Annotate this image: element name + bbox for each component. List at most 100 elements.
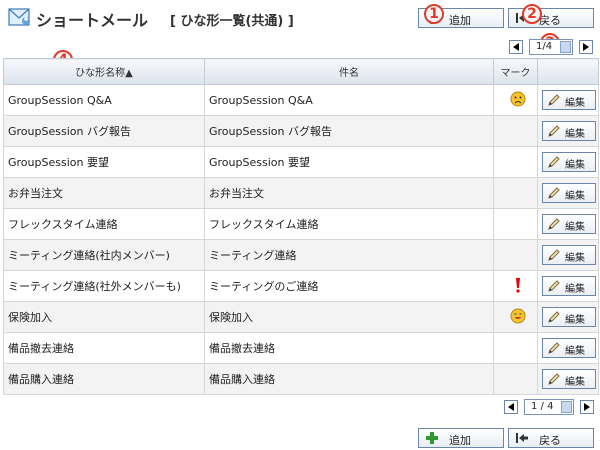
pencil-icon [548, 94, 560, 106]
next-page-button-top[interactable] [579, 40, 593, 54]
left-arrow-icon [508, 403, 514, 411]
row-name: 備品購入連絡 [3, 363, 205, 395]
edit-button[interactable]: 編集 [542, 152, 596, 172]
edit-label: 編集 [565, 160, 585, 171]
edit-button[interactable]: 編集 [542, 338, 596, 358]
back-arrow-icon [516, 433, 528, 443]
edit-button[interactable]: 編集 [542, 214, 596, 234]
table-header-row: ひな形名称▲ 件名 マーク [3, 58, 599, 85]
edit-label: 編集 [565, 284, 585, 295]
page-subtitle: [ ひな形一覧(共通) ] [170, 14, 294, 29]
row-name: GroupSession 要望 [3, 146, 205, 178]
prev-page-button-bottom[interactable] [504, 400, 518, 414]
row-name: フレックスタイム連絡 [3, 208, 205, 240]
sad-face-icon [510, 91, 526, 110]
row-subject: フレックスタイム連絡 [204, 208, 494, 240]
annotation-badge-1: 1 [424, 4, 444, 24]
row-actions: 編集 [537, 115, 599, 147]
edit-label: 編集 [565, 253, 585, 264]
back-label: 戻る [539, 434, 561, 447]
pencil-icon [548, 125, 560, 137]
edit-button[interactable]: 編集 [542, 307, 596, 327]
edit-label: 編集 [565, 377, 585, 388]
table-row: 備品撤去連絡 備品撤去連絡 編集 [3, 332, 599, 364]
add-button-bottom[interactable]: 追加 [418, 428, 504, 448]
prev-page-button-top[interactable] [509, 40, 523, 54]
row-subject: GroupSession バグ報告 [204, 115, 494, 147]
back-button-bottom[interactable]: 戻る [508, 428, 594, 448]
page-select-bottom[interactable]: 1 / 4 [524, 399, 574, 415]
pencil-icon [548, 280, 560, 292]
row-subject: GroupSession 要望 [204, 146, 494, 178]
table-row: GroupSession バグ報告 GroupSession バグ報告 編集 [3, 115, 599, 147]
row-name: 保険加入 [3, 301, 205, 333]
row-name: GroupSession Q&A [3, 84, 205, 116]
pencil-icon [548, 342, 560, 354]
edit-button[interactable]: 編集 [542, 245, 596, 265]
edit-button[interactable]: 編集 [542, 90, 596, 110]
short-mail-logo-icon [8, 8, 30, 26]
table-row: GroupSession 要望 GroupSession 要望 編集 [3, 146, 599, 178]
pencil-icon [548, 249, 560, 261]
row-actions: 編集 [537, 208, 599, 240]
row-mark [493, 332, 538, 364]
pencil-icon [548, 373, 560, 385]
back-label: 戻る [539, 14, 561, 27]
row-actions: 編集 [537, 332, 599, 364]
table-row: ミーティング連絡(社内メンバー) ミーティング連絡 編集 [3, 239, 599, 271]
row-actions: 編集 [537, 84, 599, 116]
edit-label: 編集 [565, 191, 585, 202]
column-header-actions [537, 58, 599, 85]
edit-label: 編集 [565, 98, 585, 109]
pencil-icon [548, 218, 560, 230]
pager-top: 1/4 [509, 39, 597, 56]
column-header-mark: マーク [493, 58, 538, 85]
row-mark [493, 363, 538, 395]
smile-face-icon [510, 308, 526, 327]
row-subject: お弁当注文 [204, 177, 494, 209]
plus-icon [426, 432, 438, 444]
page-select-top[interactable]: 1/4 [529, 39, 573, 55]
edit-label: 編集 [565, 346, 585, 357]
edit-label: 編集 [565, 222, 585, 233]
row-subject: 保険加入 [204, 301, 494, 333]
table-row: フレックスタイム連絡 フレックスタイム連絡 編集 [3, 208, 599, 240]
pager-bottom: 1 / 4 [504, 399, 596, 416]
row-subject: 備品購入連絡 [204, 363, 494, 395]
row-subject: GroupSession Q&A [204, 84, 494, 116]
pencil-icon [548, 311, 560, 323]
row-name: ミーティング連絡(社外メンバーも) [3, 270, 205, 302]
exclamation-icon [513, 277, 523, 296]
column-header-name[interactable]: ひな形名称▲ [3, 58, 205, 85]
edit-label: 編集 [565, 129, 585, 140]
row-actions: 編集 [537, 177, 599, 209]
table-row: GroupSession Q&A GroupSession Q&A 編集 [3, 84, 599, 116]
row-actions: 編集 [537, 270, 599, 302]
row-name: 備品撤去連絡 [3, 332, 205, 364]
page-title: ショートメール [36, 11, 149, 30]
back-button-top[interactable]: 戻る [508, 8, 594, 28]
row-mark [493, 270, 538, 302]
row-mark [493, 239, 538, 271]
column-header-subject: 件名 [204, 58, 494, 85]
table-row: 保険加入 保険加入 編集 [3, 301, 599, 333]
edit-button[interactable]: 編集 [542, 369, 596, 389]
edit-button[interactable]: 編集 [542, 276, 596, 296]
row-name: お弁当注文 [3, 177, 205, 209]
next-page-button-bottom[interactable] [580, 400, 594, 414]
dropdown-arrow-icon [560, 41, 571, 53]
edit-label: 編集 [565, 315, 585, 326]
row-actions: 編集 [537, 363, 599, 395]
dropdown-arrow-icon [561, 401, 572, 413]
annotation-badge-2: 2 [522, 4, 542, 24]
row-subject: ミーティングのご連絡 [204, 270, 494, 302]
row-name: ミーティング連絡(社内メンバー) [3, 239, 205, 271]
row-mark [493, 301, 538, 333]
pencil-icon [548, 156, 560, 168]
edit-button[interactable]: 編集 [542, 121, 596, 141]
template-table: ひな形名称▲ 件名 マーク GroupSession Q&A GroupSessi… [3, 58, 599, 395]
row-name: GroupSession バグ報告 [3, 115, 205, 147]
edit-button[interactable]: 編集 [542, 183, 596, 203]
table-row: 備品購入連絡 備品購入連絡 編集 [3, 363, 599, 395]
right-arrow-icon [584, 403, 590, 411]
